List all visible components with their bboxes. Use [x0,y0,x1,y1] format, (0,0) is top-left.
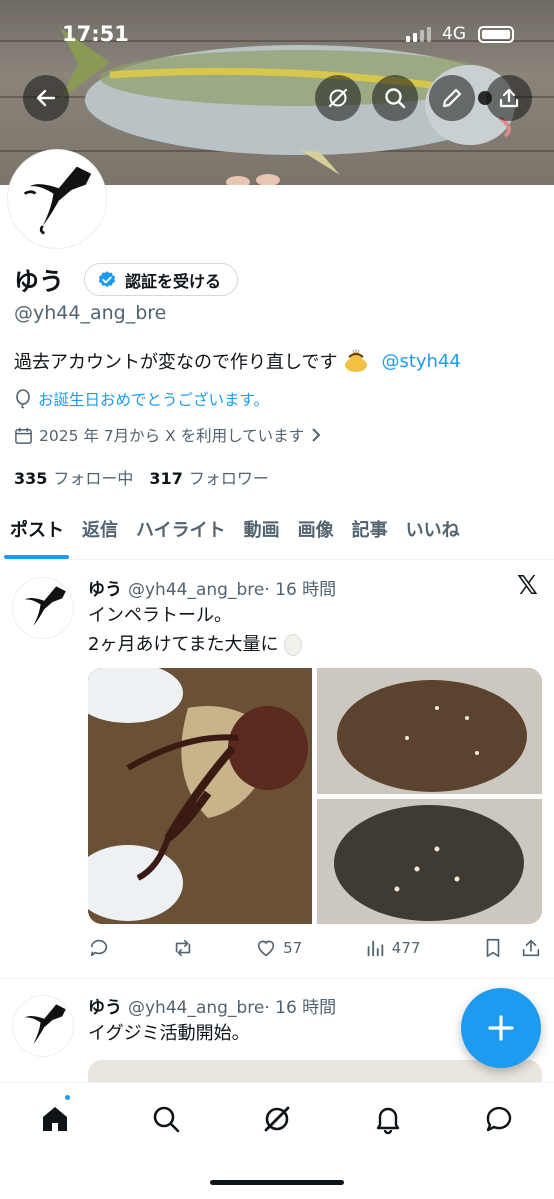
get-verified-button[interactable]: 認証を受ける [84,263,239,296]
grok-button[interactable] [315,75,361,121]
beetle-mandible-image [23,166,92,235]
following-link[interactable]: 335 フォロー中 [14,465,133,489]
edit-button[interactable] [429,75,475,121]
post-text-line: インペラトール。 [88,605,232,626]
network-type: 4G [442,24,466,44]
notifications-icon [376,1107,400,1135]
repost-icon [175,939,190,957]
edit-icon [442,88,462,108]
bookmark-icon[interactable] [482,937,504,959]
post-text-line: 2ヶ月あけてまた大量に [88,630,303,659]
profile-tabs: ポスト 返信 ハイライト 動画 画像 記事 いいね [0,504,554,560]
nav-messages[interactable] [475,1097,523,1141]
compose-button[interactable] [461,988,541,1068]
post-header: ゆう @yh44_ang_bre· 16 時間 [88,575,336,600]
share-icon[interactable] [520,937,542,959]
views-count: 477 [391,939,421,957]
beetle-mandible-image [25,586,66,626]
tab-articles[interactable]: 記事 [343,504,397,559]
like-count: 57 [283,939,303,957]
bowing-emoji-icon [345,349,368,372]
tab-posts[interactable]: ポスト [0,504,73,559]
post-image-larvae-2[interactable] [317,798,542,924]
like-icon [257,940,275,957]
nav-notifications[interactable] [364,1097,412,1141]
grok-icon [264,1106,290,1132]
beetle-mandible-image [25,1004,66,1044]
birthday-text[interactable]: お誕生日おめでとうございます。 [38,388,269,410]
signal-icon [406,26,436,42]
joined-text: 2025 年 7月から X を利用しています [39,427,305,445]
balloon-icon [16,389,30,409]
share-button[interactable] [486,75,532,121]
nav-grok[interactable] [253,1097,301,1141]
joined-row[interactable]: 2025 年 7月から X を利用しています [14,424,322,446]
search-icon [385,88,406,109]
followers-link[interactable]: 317 フォロワー [149,465,268,489]
followers-count: 317 [149,469,183,488]
share-icon [499,88,519,108]
home-indicator [210,1180,344,1185]
messages-icon [486,1106,512,1132]
post-time[interactable]: · 16 時間 [264,580,336,600]
post-time[interactable]: · 16 時間 [264,998,336,1018]
views-icon [367,940,384,957]
nav-home[interactable] [31,1097,79,1141]
following-label: フォロー中 [53,469,134,488]
back-button[interactable] [23,75,69,121]
post-image-beetle[interactable] [88,668,312,924]
status-bar: 17:51 4G [0,22,554,52]
compose-plus-icon [488,1015,514,1041]
post-image-preview[interactable] [88,1060,542,1084]
post-text: インペラトール。 2ヶ月あけてまた大量に [88,601,303,659]
followers-label: フォロワー [188,469,269,488]
post-author-handle[interactable]: @yh44_ang_bre [128,580,264,600]
grok-icon [328,88,348,108]
post-author-handle[interactable]: @yh44_ang_bre [128,998,264,1018]
like-button[interactable]: 57 [255,937,302,959]
follow-stats: 335 フォロー中 317 フォロワー [14,465,269,489]
reply-icon [90,939,108,957]
post-extra-actions [482,937,542,959]
post-author-name[interactable]: ゆう [88,998,122,1018]
search-button[interactable] [372,75,418,121]
home-unread-dot [63,1093,72,1102]
post-avatar[interactable] [12,577,74,639]
tab-replies[interactable]: 返信 [73,504,127,559]
chevron-right-icon [312,428,321,442]
bio-mention-link[interactable]: @styh44 [381,351,460,372]
calendar-icon [15,427,32,444]
back-arrow-icon [36,89,56,107]
tab-likes[interactable]: いいね [397,504,469,559]
profile-handle: @yh44_ang_bre [14,302,167,324]
battery-icon [478,26,514,43]
profile-avatar[interactable] [8,150,106,248]
post-image-larvae-1[interactable] [317,668,542,794]
post-media-grid[interactable] [88,668,542,924]
post-avatar[interactable] [12,995,74,1057]
verified-badge-icon [98,270,116,287]
reply-button[interactable] [88,937,110,959]
tab-highlights[interactable]: ハイライト [127,504,235,559]
egg-emoji-icon [284,634,303,656]
nav-search[interactable] [142,1097,190,1141]
post-text: イグジミ活動開始。 [88,1023,250,1044]
views-button[interactable]: 477 [364,937,421,959]
repost-button[interactable] [172,937,194,959]
post-header: ゆう @yh44_ang_bre· 16 時間 [88,993,336,1018]
profile-bio: 過去アカウントが変なので作り直しです @styh44 [14,348,461,374]
following-count: 335 [14,469,48,488]
profile-name: ゆう [14,267,65,296]
post-actions: 57 477 [88,934,542,962]
tab-photos[interactable]: 画像 [289,504,343,559]
search-icon [153,1106,180,1133]
tab-videos[interactable]: 動画 [235,504,289,559]
birthday-row[interactable]: お誕生日おめでとうございます。 [14,388,269,410]
post-author-name[interactable]: ゆう [88,580,122,600]
status-time: 17:51 [62,22,129,46]
x-logo-icon[interactable]: 𝕏 [517,571,538,601]
home-icon [43,1107,67,1131]
get-verified-label: 認証を受ける [125,271,222,291]
bio-text: 過去アカウントが変なので作り直しです [14,352,338,373]
